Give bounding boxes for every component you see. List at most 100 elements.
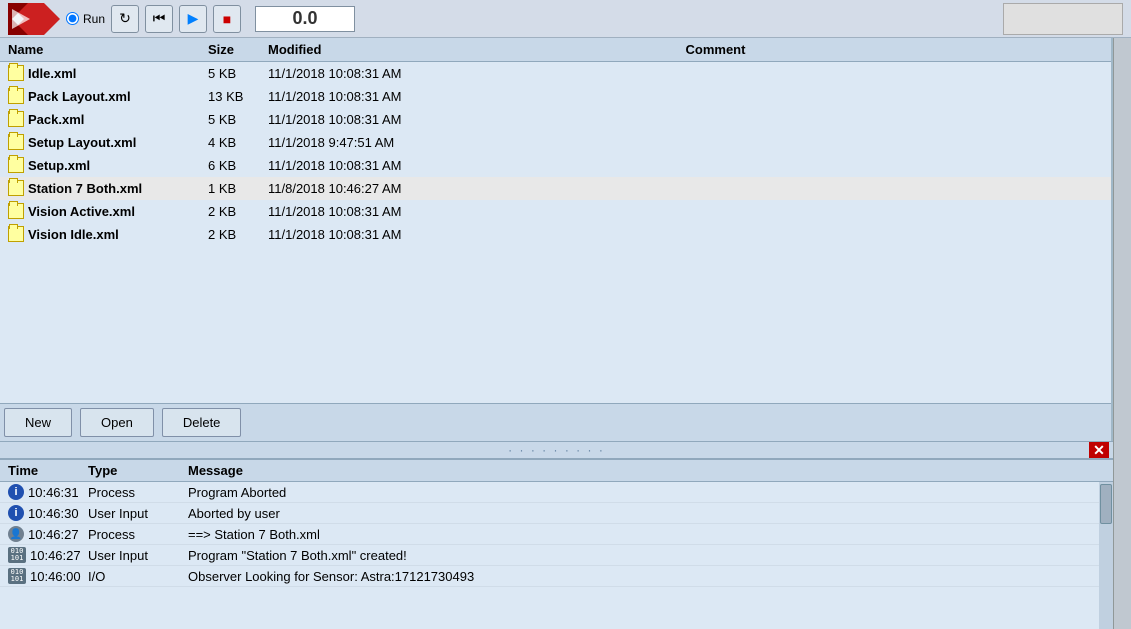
file-icon	[8, 111, 24, 127]
open-button[interactable]: Open	[80, 408, 154, 437]
log-type-cell: User Input	[88, 506, 188, 521]
col-comment[interactable]: Comment	[686, 42, 1104, 57]
table-row[interactable]: Vision Idle.xml 2 KB 11/1/2018 10:08:31 …	[0, 223, 1111, 246]
file-icon	[8, 180, 24, 196]
file-icon	[8, 226, 24, 242]
col-name[interactable]: Name	[8, 42, 208, 57]
list-item[interactable]: 010101 10:46:27 User Input Program "Stat…	[0, 545, 1113, 566]
file-name-cell: Vision Idle.xml	[8, 226, 208, 242]
col-modified[interactable]: Modified	[268, 42, 686, 57]
list-item[interactable]: 010101 10:46:00 I/O Observer Looking for…	[0, 566, 1113, 587]
main-area: Name Size Modified Comment Idle.xml 5 KB…	[0, 38, 1131, 629]
info-icon: i	[8, 484, 24, 500]
table-row[interactable]: Station 7 Both.xml 1 KB 11/8/2018 10:46:…	[0, 177, 1111, 200]
log-col-message: Message	[188, 463, 1105, 478]
file-name-cell: Idle.xml	[8, 65, 208, 81]
file-modified-cell: 11/1/2018 10:08:31 AM	[268, 112, 686, 127]
log-message-cell: Program "Station 7 Both.xml" created!	[188, 548, 1105, 563]
file-list-body: Idle.xml 5 KB 11/1/2018 10:08:31 AM Pack…	[0, 62, 1111, 403]
file-icon	[8, 65, 24, 81]
splitter[interactable]: · · · · · · · · · ✕	[0, 441, 1113, 459]
file-size-cell: 2 KB	[208, 204, 268, 219]
list-item[interactable]: 👤 10:46:27 Process ==> Station 7 Both.xm…	[0, 524, 1113, 545]
app-logo	[8, 3, 60, 35]
file-size-cell: 2 KB	[208, 227, 268, 242]
log-panel: Time Type Message i 10:46:31 Process Pro…	[0, 459, 1113, 629]
file-icon	[8, 203, 24, 219]
col-size[interactable]: Size	[208, 42, 268, 57]
right-sidebar	[1113, 38, 1131, 629]
file-name-cell: Setup Layout.xml	[8, 134, 208, 150]
file-size-cell: 5 KB	[208, 112, 268, 127]
log-header: Time Type Message	[0, 460, 1113, 482]
file-size-cell: 1 KB	[208, 181, 268, 196]
table-row[interactable]: Pack Layout.xml 13 KB 11/1/2018 10:08:31…	[0, 85, 1111, 108]
run-radio[interactable]	[66, 12, 79, 25]
toolbar-right-area	[1003, 3, 1123, 35]
file-modified-cell: 11/1/2018 10:08:31 AM	[268, 66, 686, 81]
log-body: i 10:46:31 Process Program Aborted i 10:…	[0, 482, 1113, 629]
log-type-cell: User Input	[88, 548, 188, 563]
file-size-cell: 6 KB	[208, 158, 268, 173]
log-message-cell: ==> Station 7 Both.xml	[188, 527, 1105, 542]
log-type-cell: Process	[88, 485, 188, 500]
file-size-cell: 4 KB	[208, 135, 268, 150]
log-type-cell: Process	[88, 527, 188, 542]
table-row[interactable]: Setup.xml 6 KB 11/1/2018 10:08:31 AM	[0, 154, 1111, 177]
log-time-cell: i 10:46:30	[8, 505, 88, 521]
play-button[interactable]: ▶	[179, 5, 207, 33]
file-icon	[8, 157, 24, 173]
log-message-cell: Observer Looking for Sensor: Astra:17121…	[188, 569, 1105, 584]
list-item[interactable]: i 10:46:30 User Input Aborted by user	[0, 503, 1113, 524]
file-modified-cell: 11/1/2018 10:08:31 AM	[268, 89, 686, 104]
log-time-cell: i 10:46:31	[8, 484, 88, 500]
delete-button[interactable]: Delete	[162, 408, 242, 437]
run-label: Run	[83, 12, 105, 26]
run-radio-group[interactable]: Run	[66, 12, 105, 26]
toolbar: Run ↻ ⏮ ▶ ■ 0.0	[0, 0, 1131, 38]
list-item[interactable]: i 10:46:31 Process Program Aborted	[0, 482, 1113, 503]
file-list-header: Name Size Modified Comment	[0, 38, 1111, 62]
log-col-time: Time	[8, 463, 88, 478]
log-time-cell: 👤 10:46:27	[8, 526, 88, 542]
content-area: Name Size Modified Comment Idle.xml 5 KB…	[0, 38, 1113, 629]
log-col-type: Type	[88, 463, 188, 478]
new-button[interactable]: New	[4, 408, 72, 437]
file-modified-cell: 11/1/2018 9:47:51 AM	[268, 135, 686, 150]
back-button[interactable]: ⏮	[145, 5, 173, 33]
table-row[interactable]: Setup Layout.xml 4 KB 11/1/2018 9:47:51 …	[0, 131, 1111, 154]
log-scrollbar[interactable]	[1099, 482, 1113, 629]
table-row[interactable]: Idle.xml 5 KB 11/1/2018 10:08:31 AM	[0, 62, 1111, 85]
file-icon	[8, 88, 24, 104]
file-panel: Name Size Modified Comment Idle.xml 5 KB…	[0, 38, 1113, 441]
file-buttons: New Open Delete	[0, 403, 1111, 441]
file-icon	[8, 134, 24, 150]
file-name-cell: Vision Active.xml	[8, 203, 208, 219]
binary-icon: 010101	[8, 547, 26, 563]
version-display: 0.0	[255, 6, 355, 32]
file-modified-cell: 11/1/2018 10:08:31 AM	[268, 204, 686, 219]
file-modified-cell: 11/1/2018 10:08:31 AM	[268, 227, 686, 242]
user-icon: 👤	[8, 526, 24, 542]
file-size-cell: 5 KB	[208, 66, 268, 81]
log-time-cell: 010101 10:46:00	[8, 568, 88, 584]
upper-content: Name Size Modified Comment Idle.xml 5 KB…	[0, 38, 1113, 441]
file-modified-cell: 11/8/2018 10:46:27 AM	[268, 181, 686, 196]
file-name-cell: Station 7 Both.xml	[8, 180, 208, 196]
file-modified-cell: 11/1/2018 10:08:31 AM	[268, 158, 686, 173]
stop-button[interactable]: ■	[213, 5, 241, 33]
table-row[interactable]: Vision Active.xml 2 KB 11/1/2018 10:08:3…	[0, 200, 1111, 223]
splitter-handle: · · · · · · · · ·	[508, 443, 605, 457]
refresh-button[interactable]: ↻	[111, 5, 139, 33]
file-name-cell: Setup.xml	[8, 157, 208, 173]
log-time-cell: 010101 10:46:27	[8, 547, 88, 563]
log-message-cell: Program Aborted	[188, 485, 1105, 500]
close-log-button[interactable]: ✕	[1089, 442, 1109, 458]
info-icon: i	[8, 505, 24, 521]
file-name-cell: Pack Layout.xml	[8, 88, 208, 104]
file-size-cell: 13 KB	[208, 89, 268, 104]
log-type-cell: I/O	[88, 569, 188, 584]
file-name-cell: Pack.xml	[8, 111, 208, 127]
binary-icon: 010101	[8, 568, 26, 584]
table-row[interactable]: Pack.xml 5 KB 11/1/2018 10:08:31 AM	[0, 108, 1111, 131]
